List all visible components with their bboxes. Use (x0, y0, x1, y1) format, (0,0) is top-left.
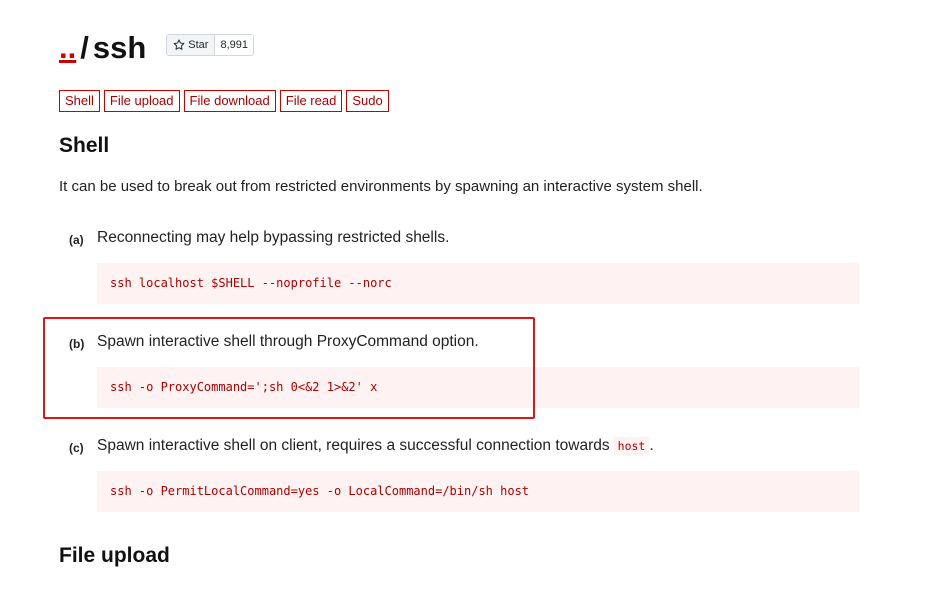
item-label-c: (c) (69, 441, 84, 455)
star-icon (173, 39, 185, 50)
section-heading-shell: Shell (59, 134, 110, 157)
highlight-annotation-box (43, 317, 535, 419)
inline-code-host: host (613, 437, 650, 455)
tag-sudo[interactable]: Sudo (346, 90, 389, 112)
function-tags: Shell File upload File download File rea… (59, 90, 389, 112)
item-label-a: (a) (69, 233, 84, 247)
tag-file-read[interactable]: File read (279, 90, 343, 112)
tag-file-upload[interactable]: File upload (103, 90, 180, 112)
item-text-c: Spawn interactive shell on client, requi… (97, 437, 654, 455)
star-button[interactable]: Star (167, 35, 216, 55)
item-text-c-main: Spawn interactive shell on client, requi… (97, 437, 610, 454)
star-count[interactable]: 8,991 (215, 35, 253, 55)
tag-shell[interactable]: Shell (59, 90, 100, 112)
item-text-c-suffix: . (649, 437, 654, 454)
section-heading-file-upload: File upload (59, 544, 170, 567)
title-row: .. / ssh Star 8,991 (59, 28, 254, 68)
section-description: It can be used to break out from restric… (59, 178, 703, 195)
github-star-widget[interactable]: Star 8,991 (166, 34, 254, 56)
binary-name: ssh (92, 30, 147, 65)
parent-directory-link[interactable]: .. (59, 30, 76, 65)
code-block-c[interactable]: ssh -o PermitLocalCommand=yes -o LocalCo… (97, 471, 859, 512)
page-title: .. / ssh (59, 28, 146, 68)
title-separator: / (80, 30, 89, 65)
tag-file-download[interactable]: File download (183, 90, 276, 112)
item-text-a: Reconnecting may help bypassing restrict… (97, 229, 450, 246)
star-label: Star (188, 39, 209, 51)
code-block-a[interactable]: ssh localhost $SHELL --noprofile --norc (97, 263, 859, 304)
